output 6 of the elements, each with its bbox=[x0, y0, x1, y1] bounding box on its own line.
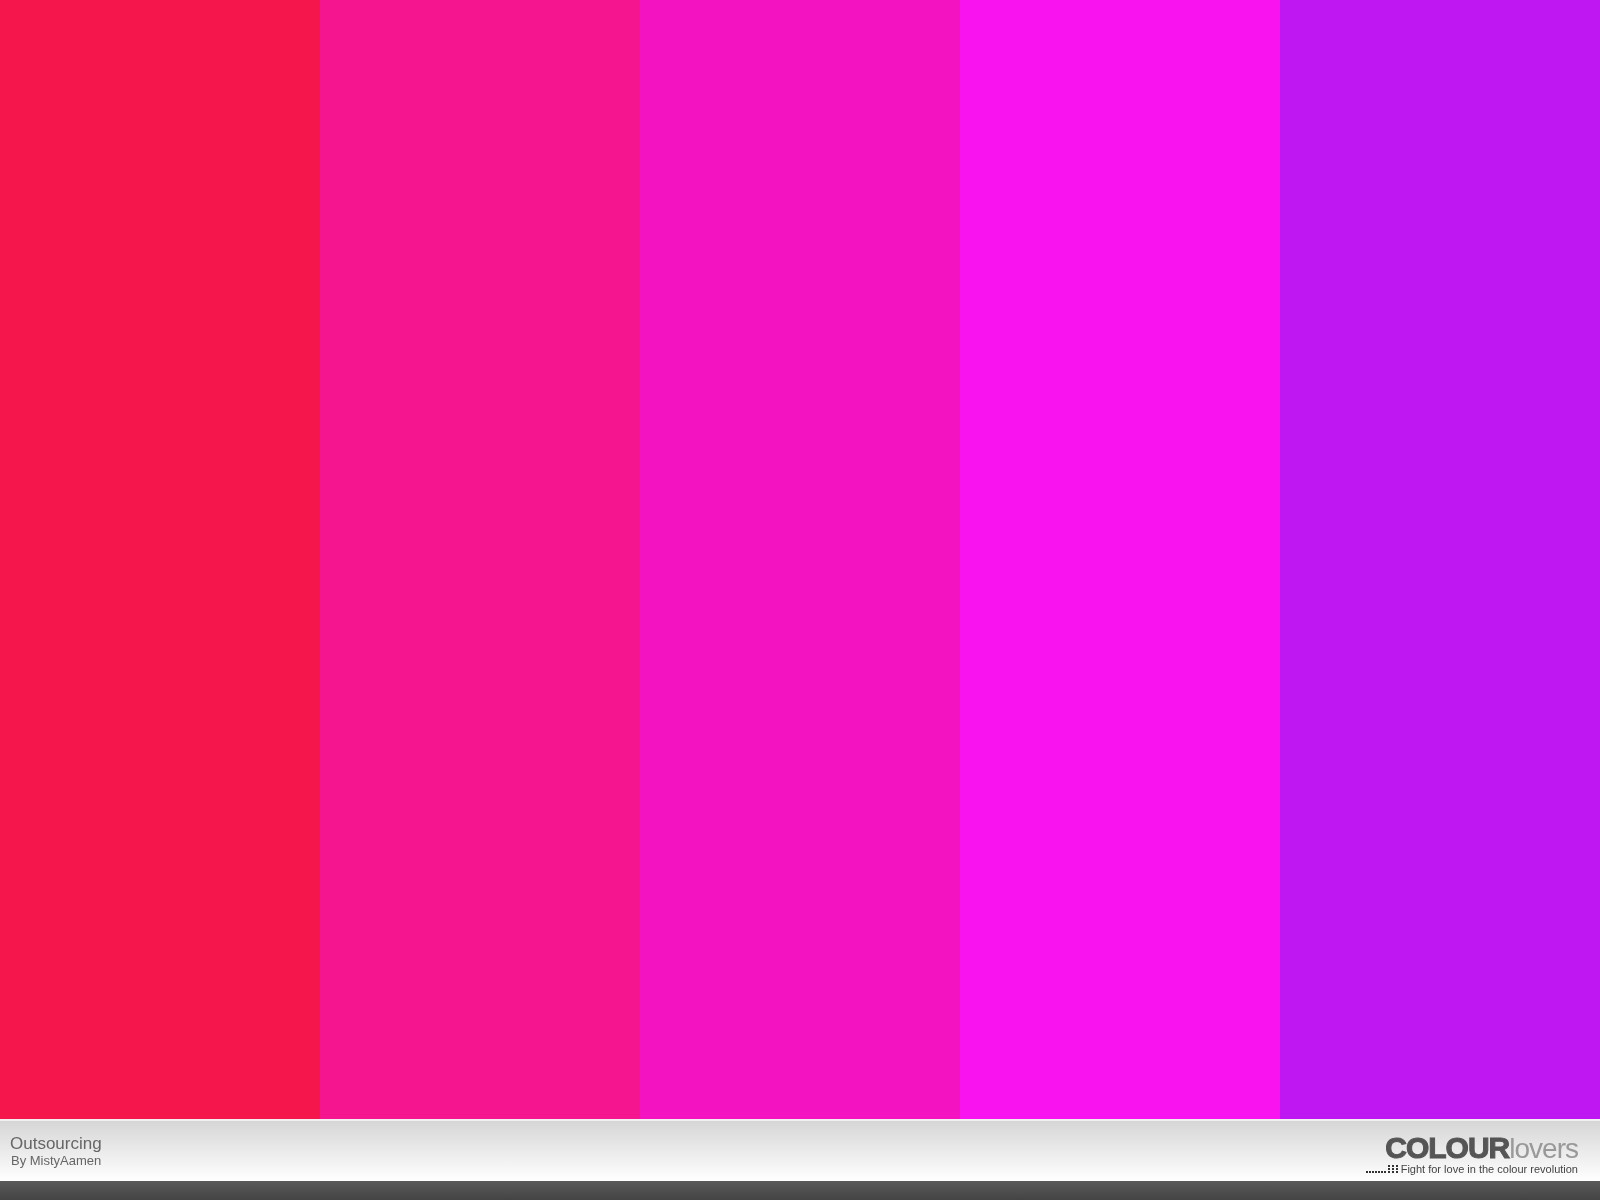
palette-author: By MistyAamen bbox=[10, 1153, 102, 1168]
logo-tagline: Fight for love in the colour revolution bbox=[1400, 1162, 1578, 1175]
logo-wordmark-bold: COLOUR bbox=[1385, 1133, 1510, 1162]
logo-wordmark-light: lovers bbox=[1509, 1134, 1578, 1163]
dotted-line-icon bbox=[1365, 1164, 1398, 1173]
palette-title: Outsourcing bbox=[10, 1134, 102, 1153]
